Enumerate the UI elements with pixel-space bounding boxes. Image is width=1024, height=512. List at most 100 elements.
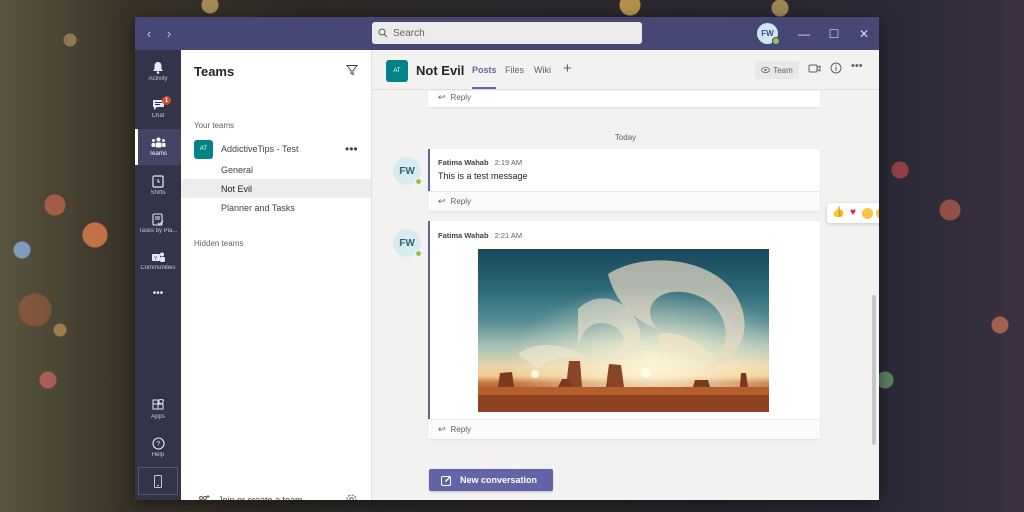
tab-posts[interactable]: Posts bbox=[472, 65, 497, 75]
team-more-options-button[interactable]: ••• bbox=[345, 142, 358, 156]
eye-icon bbox=[761, 67, 771, 73]
search-placeholder: Search bbox=[393, 27, 425, 39]
rail-label: Teams bbox=[149, 151, 167, 157]
forward-button[interactable]: › bbox=[164, 26, 174, 41]
rail-label: Activity bbox=[148, 75, 168, 82]
settings-gear-icon[interactable] bbox=[345, 493, 358, 500]
join-or-create-team-button[interactable]: Join or create a team bbox=[181, 490, 371, 500]
presence-available-icon bbox=[415, 250, 422, 257]
channel-team-avatar: AT bbox=[386, 60, 408, 82]
avatar-initials: FW bbox=[399, 237, 415, 249]
rail-item-activity[interactable]: Activity bbox=[135, 53, 181, 89]
more-options-button[interactable]: ••• bbox=[851, 60, 863, 72]
rail-label: Help bbox=[151, 451, 165, 458]
tab-files[interactable]: Files bbox=[505, 65, 524, 75]
title-bar: ‹ › Search FW — ☐ ✕ bbox=[135, 17, 879, 50]
svg-text:?: ? bbox=[156, 441, 160, 448]
message-meta: Fatima Wahab 2:21 AM bbox=[438, 231, 522, 240]
image-attachment[interactable] bbox=[478, 249, 769, 412]
message-meta: Fatima Wahab 2:19 AM bbox=[438, 158, 522, 167]
team-button[interactable]: Team bbox=[755, 61, 799, 79]
feed-scrollbar[interactable] bbox=[872, 295, 876, 445]
author-avatar: FW bbox=[393, 229, 422, 257]
like-reaction-icon[interactable]: 👍 bbox=[832, 207, 844, 219]
mobile-phone-icon bbox=[154, 474, 162, 488]
new-conversation-button[interactable]: New conversation bbox=[429, 469, 553, 491]
active-tab-indicator bbox=[472, 87, 496, 89]
channel-not-evil[interactable]: Not Evil bbox=[181, 179, 371, 198]
rail-item-help[interactable]: ? Help bbox=[135, 429, 181, 465]
rail-item-tasks[interactable]: Tasks by Pla... bbox=[135, 205, 181, 241]
chat-badge: 1 bbox=[162, 96, 171, 105]
rail-label: Apps bbox=[151, 413, 165, 420]
reply-button[interactable]: ↩ Reply bbox=[428, 91, 820, 107]
compose-icon bbox=[441, 475, 451, 486]
rail-item-shifts[interactable]: Shifts bbox=[135, 167, 181, 203]
team-name: AddictiveTips - Test bbox=[221, 144, 299, 154]
rail-item-teams[interactable]: Teams bbox=[135, 129, 181, 165]
search-input[interactable]: Search bbox=[372, 22, 642, 44]
download-mobile-app-button[interactable] bbox=[138, 467, 178, 495]
presence-available-icon bbox=[415, 178, 422, 185]
message-time: 2:19 AM bbox=[494, 158, 523, 167]
shifts-icon bbox=[152, 174, 164, 188]
communities-icon: Y bbox=[151, 252, 165, 262]
teams-icon bbox=[151, 137, 165, 148]
message-text: This is a test message bbox=[438, 171, 528, 181]
message-time: 2:21 AM bbox=[494, 231, 523, 240]
laugh-reaction-icon[interactable] bbox=[862, 207, 873, 219]
message-accent-bar bbox=[428, 221, 430, 419]
your-teams-label: Your teams bbox=[194, 121, 235, 130]
avatar-initials: FW bbox=[399, 165, 415, 177]
rail-label: Chat bbox=[151, 113, 165, 119]
rail-item-apps[interactable]: Apps bbox=[135, 391, 181, 427]
channel-planner-and-tasks[interactable]: Planner and Tasks bbox=[181, 198, 371, 217]
heart-reaction-icon[interactable]: ♥ bbox=[847, 207, 859, 219]
author-avatar: FW bbox=[393, 157, 422, 185]
profile-avatar[interactable]: FW bbox=[757, 23, 780, 45]
reply-button[interactable]: ↩ Reply bbox=[428, 191, 820, 211]
filter-icon[interactable] bbox=[346, 64, 358, 76]
maximize-button[interactable]: ☐ bbox=[819, 17, 849, 50]
channel-header: AT Not Evil Posts Files Wiki + Team ••• bbox=[372, 50, 879, 90]
close-button[interactable]: ✕ bbox=[849, 17, 879, 50]
bell-icon bbox=[153, 61, 163, 74]
panel-title: Teams bbox=[194, 64, 235, 79]
message-card-image: Fatima Wahab 2:21 AM ↩ Reply bbox=[428, 221, 820, 439]
reply-arrow-icon: ↩ bbox=[438, 91, 446, 102]
rail-item-chat[interactable]: 1 Chat bbox=[135, 91, 181, 127]
info-icon[interactable] bbox=[830, 62, 842, 74]
help-icon: ? bbox=[151, 436, 165, 450]
team-item[interactable]: AT AddictiveTips - Test ••• bbox=[181, 137, 372, 161]
message-author: Fatima Wahab bbox=[438, 231, 489, 240]
reply-label: Reply bbox=[450, 92, 471, 102]
team-button-label: Team bbox=[773, 65, 793, 75]
reply-label: Reply bbox=[450, 197, 471, 206]
more-icon: ••• bbox=[152, 287, 164, 299]
rail-more-button[interactable]: ••• bbox=[135, 281, 181, 305]
rail-label: Communities bbox=[140, 265, 176, 271]
search-icon bbox=[378, 28, 388, 38]
profile-initials: FW bbox=[761, 29, 774, 38]
channel-title: Not Evil bbox=[416, 63, 465, 78]
date-separator: Today bbox=[614, 133, 637, 142]
add-team-icon bbox=[199, 494, 210, 500]
teams-window: ‹ › Search FW — ☐ ✕ Activity 1 Chat Team… bbox=[135, 17, 879, 500]
tab-wiki[interactable]: Wiki bbox=[534, 65, 551, 75]
minimize-button[interactable]: — bbox=[789, 17, 819, 50]
reply-arrow-icon: ↩ bbox=[438, 196, 446, 206]
add-tab-button[interactable]: + bbox=[563, 60, 572, 77]
channel-general[interactable]: General bbox=[181, 160, 371, 179]
surprised-reaction-icon[interactable] bbox=[876, 207, 879, 219]
message-accent-bar bbox=[428, 149, 430, 191]
hidden-teams-label[interactable]: Hidden teams bbox=[194, 239, 243, 248]
rail-label: Tasks by Pla... bbox=[138, 227, 178, 234]
meet-video-icon[interactable] bbox=[808, 62, 821, 74]
rail-item-communities[interactable]: Y Communities bbox=[135, 243, 181, 279]
app-rail: Activity 1 Chat Teams Shifts Tasks by Pl… bbox=[135, 50, 181, 500]
reply-button[interactable]: ↩ Reply bbox=[428, 419, 820, 439]
rail-label: Shifts bbox=[150, 189, 166, 196]
presence-available-icon bbox=[772, 37, 780, 45]
back-button[interactable]: ‹ bbox=[144, 26, 154, 41]
message-card: Fatima Wahab 2:19 AM This is a test messa… bbox=[428, 149, 820, 211]
